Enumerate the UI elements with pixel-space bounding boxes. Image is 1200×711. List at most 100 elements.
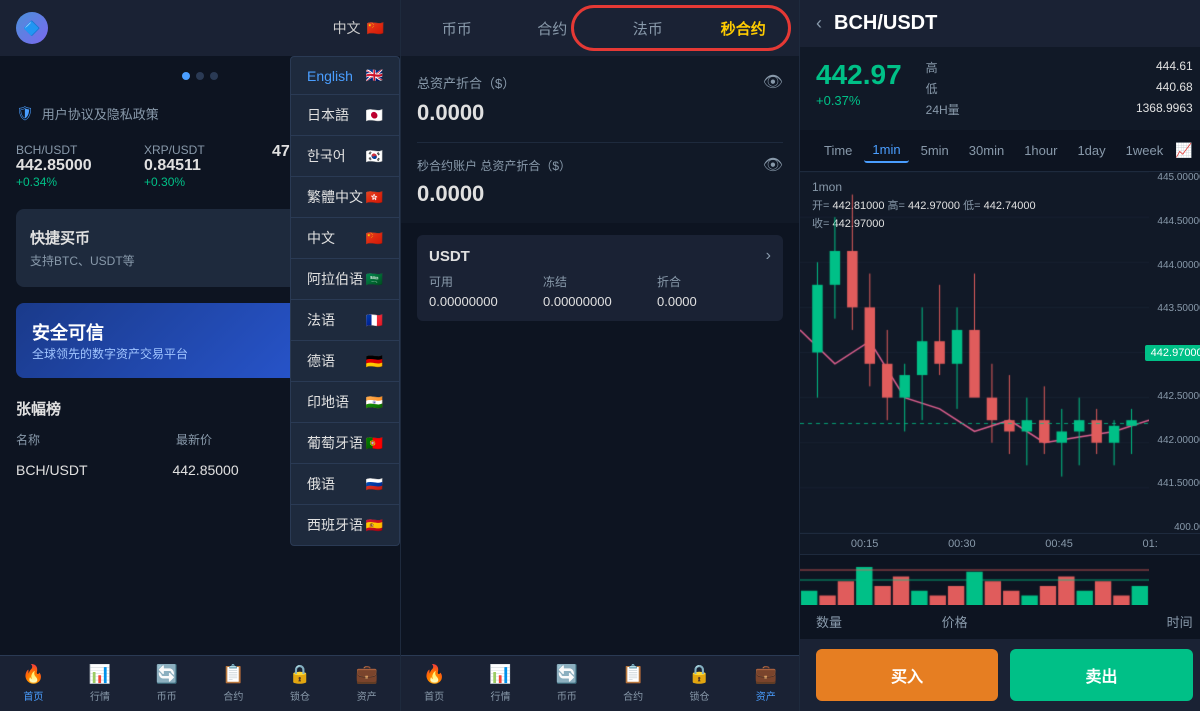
low-value: 440.68 — [1056, 80, 1193, 97]
chart-type-icon[interactable]: 📈 — [1175, 142, 1192, 159]
time-btn-time[interactable]: Time — [816, 139, 860, 162]
dot-1 — [182, 72, 190, 80]
ticker-xrp[interactable]: XRP/USDT 0.84511 +0.30% — [144, 143, 256, 189]
right-header: ‹ BCH/USDT — [800, 0, 1200, 47]
ticker-xrp-name: XRP/USDT — [144, 143, 256, 157]
lang-item-french[interactable]: 法语 🇫🇷 — [291, 300, 399, 341]
lang-item-hindi[interactable]: 印地语 🇮🇳 — [291, 382, 399, 423]
left-panel: 🔷 中文 🇨🇳 English 🇬🇧 日本語 🇯🇵 한국어 🇰🇷 繁體中文 🇭🇰… — [0, 0, 400, 711]
time-btn-1hour[interactable]: 1hour — [1016, 139, 1065, 162]
mid-nav-lock[interactable]: 🔒 锁仓 — [666, 656, 732, 711]
lock-icon: 🔒 — [289, 664, 311, 685]
usdt-frozen-value: 0.00000000 — [543, 294, 657, 309]
x-label-4: 01: — [1143, 538, 1158, 550]
time-btn-1min[interactable]: 1min — [864, 138, 908, 163]
order-time-label: 时间 — [1067, 612, 1193, 631]
assets-summary: 总资产折合（$） 👁 0.0000 秒合约账户 总资产折合（$） 👁 0.000… — [401, 56, 799, 223]
mid-market-icon: 📊 — [489, 664, 511, 685]
y-label-7: 442.00000 — [1157, 435, 1200, 446]
lang-item-russian[interactable]: 俄语 🇷🇺 — [291, 464, 399, 505]
mid-assets-icon: 💼 — [755, 664, 777, 685]
current-price-tag: 442.97000 — [1145, 345, 1200, 361]
mid-nav-spot[interactable]: 🔄 币币 — [534, 656, 600, 711]
tab-fiat-label: 法币 — [633, 21, 663, 38]
ticker-bch[interactable]: BCH/USDT 442.85000 +0.34% — [16, 143, 128, 189]
tab-contract[interactable]: 合约 — [505, 10, 601, 47]
flag-japanese: 🇯🇵 — [366, 107, 383, 124]
mid-nav-assets[interactable]: 💼 资产 — [733, 656, 799, 711]
tab-second-contract-label: 秒合约 — [721, 21, 766, 38]
tab-second-contract[interactable]: 秒合约 — [696, 10, 792, 47]
mid-nav-contract[interactable]: 📋 合约 — [600, 656, 666, 711]
mid-nav-market[interactable]: 📊 行情 — [467, 656, 533, 711]
flag-arabic: 🇸🇦 — [366, 271, 383, 288]
nav-home[interactable]: 🔥 首页 — [0, 656, 67, 711]
usdt-cols: 可用 0.00000000 冻结 0.00000000 折合 0.0000 — [429, 273, 771, 309]
pair-title: BCH/USDT — [834, 12, 937, 35]
gainers-price: 442.85000 — [172, 462, 238, 478]
nav-market[interactable]: 📊 行情 — [67, 656, 134, 711]
x-label-1: 00:15 — [851, 538, 879, 550]
lang-label-english: English — [307, 68, 353, 84]
lang-item-traditional-chinese[interactable]: 繁體中文 🇭🇰 — [291, 177, 399, 218]
eye-icon-futures[interactable]: 👁 — [763, 155, 783, 175]
mid-nav-contract-label: 合约 — [623, 688, 643, 703]
time-btn-5min[interactable]: 5min — [913, 139, 957, 162]
vol-label: 24H量 — [926, 101, 1040, 118]
lang-item-korean[interactable]: 한국어 🇰🇷 — [291, 136, 399, 177]
quick-buy-title: 快捷买币 — [30, 227, 135, 248]
time-btn-1day[interactable]: 1day — [1069, 139, 1113, 162]
lang-selector[interactable]: 中文 🇨🇳 — [333, 18, 384, 38]
dot-3 — [210, 72, 218, 80]
nav-contract[interactable]: 📋 合约 — [200, 656, 267, 711]
usdt-frozen: 冻结 0.00000000 — [543, 273, 657, 309]
flag-portuguese: 🇵🇹 — [366, 435, 383, 452]
usdt-equiv-label: 折合 — [657, 273, 771, 290]
nav-spot[interactable]: 🔄 币币 — [133, 656, 200, 711]
current-price-block: 442.97 +0.37% — [816, 59, 902, 108]
lang-item-english[interactable]: English 🇬🇧 — [291, 57, 399, 95]
ticker-bch-name: BCH/USDT — [16, 143, 128, 157]
time-btn-30min[interactable]: 30min — [961, 139, 1012, 162]
market-icon: 📊 — [89, 664, 111, 685]
tab-contract-label: 合约 — [537, 21, 567, 38]
flag-korean: 🇰🇷 — [366, 148, 383, 165]
buy-button[interactable]: 买入 — [816, 649, 998, 701]
lang-item-simplified-chinese[interactable]: 中文 🇨🇳 — [291, 218, 399, 259]
lang-item-german[interactable]: 德语 🇩🇪 — [291, 341, 399, 382]
usdt-available-value: 0.00000000 — [429, 294, 543, 309]
flag-russian: 🇷🇺 — [366, 476, 383, 493]
usdt-header: USDT › — [429, 247, 771, 265]
order-header: 数量 价格 时间 — [800, 604, 1200, 639]
tab-spot[interactable]: 币币 — [409, 10, 505, 47]
lang-item-spanish[interactable]: 西班牙语 🇪🇸 — [291, 505, 399, 545]
nav-lock[interactable]: 🔒 锁仓 — [267, 656, 334, 711]
mid-nav-home-label: 首页 — [424, 688, 444, 703]
time-btn-1week[interactable]: 1week — [1118, 139, 1172, 162]
lang-item-portuguese[interactable]: 葡萄牙语 🇵🇹 — [291, 423, 399, 464]
gainers-col-name: 名称 — [16, 431, 40, 448]
ticker-bch-change: +0.34% — [16, 175, 128, 189]
tab-fiat[interactable]: 法币 — [600, 10, 696, 47]
left-bottom-nav: 🔥 首页 📊 行情 🔄 币币 📋 合约 🔒 锁仓 💼 资产 — [0, 655, 400, 711]
lang-item-japanese[interactable]: 日本語 🇯🇵 — [291, 95, 399, 136]
current-price: 442.97 — [816, 59, 902, 91]
sell-button[interactable]: 卖出 — [1010, 649, 1192, 701]
mid-nav-home[interactable]: 🔥 首页 — [401, 656, 467, 711]
usdt-name: USDT — [429, 248, 470, 265]
flag-spanish: 🇪🇸 — [366, 517, 383, 534]
quick-buy-text: 快捷买币 支持BTC、USDT等 — [30, 227, 135, 269]
current-lang-flag: 🇨🇳 — [367, 20, 384, 37]
nav-assets[interactable]: 💼 资产 — [333, 656, 400, 711]
x-label-2: 00:30 — [948, 538, 976, 550]
back-button[interactable]: ‹ — [816, 13, 822, 34]
left-header: 🔷 中文 🇨🇳 — [0, 0, 400, 56]
price-info: 442.97 +0.37% 高 444.61 低 440.68 24H量 136… — [800, 47, 1200, 130]
lang-label-japanese: 日本語 — [307, 105, 349, 125]
usdt-section[interactable]: USDT › 可用 0.00000000 冻结 0.00000000 折合 0.… — [417, 235, 783, 321]
lang-label-french: 法语 — [307, 310, 335, 330]
eye-icon-total[interactable]: 👁 — [763, 72, 783, 92]
usdt-available-label: 可用 — [429, 273, 543, 290]
mid-nav-assets-label: 资产 — [756, 688, 776, 703]
lang-item-arabic[interactable]: 阿拉伯语 🇸🇦 — [291, 259, 399, 300]
